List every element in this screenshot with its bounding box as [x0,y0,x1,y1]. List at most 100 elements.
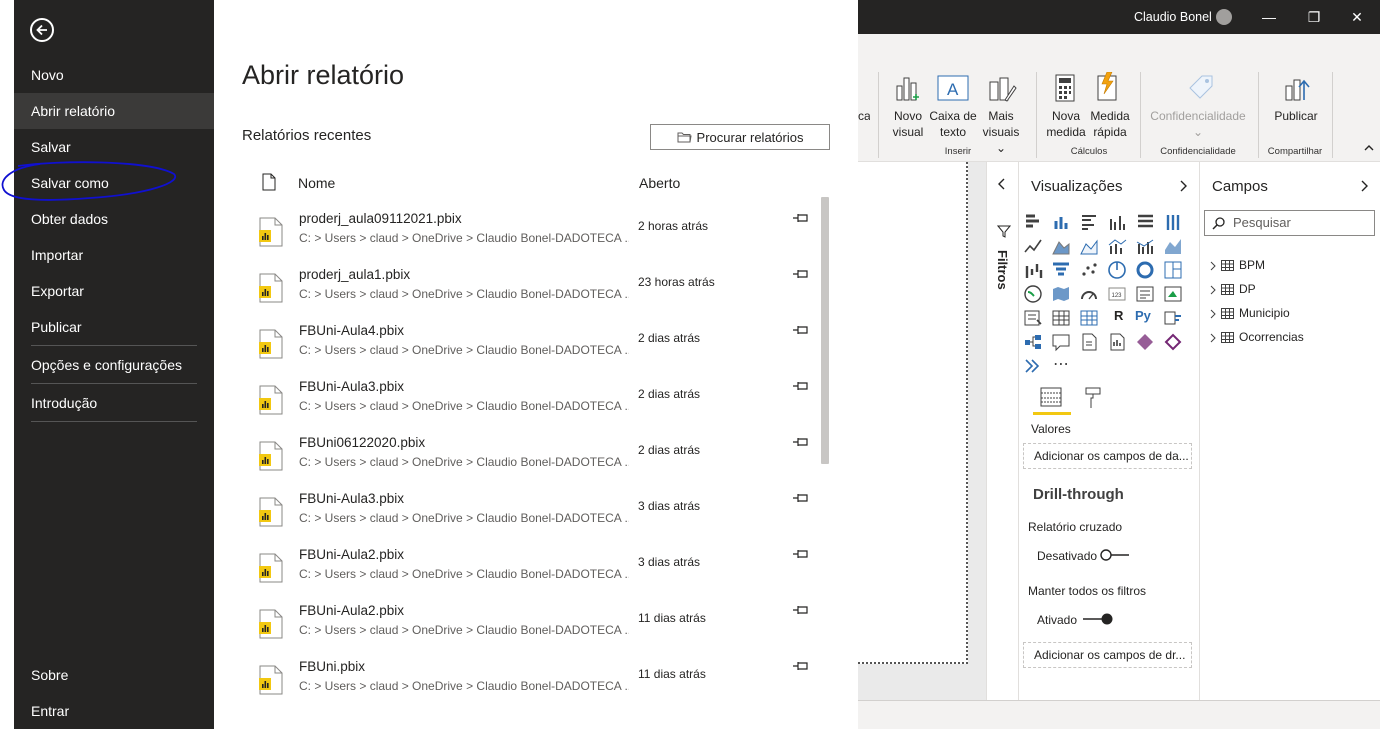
viz-100-column-icon[interactable] [1163,212,1183,232]
viz-treemap-icon[interactable] [1163,260,1183,280]
report-page[interactable] [858,162,968,664]
viz-key-influencers-icon[interactable] [1163,308,1183,328]
more-visuals-ellipsis-icon[interactable]: ⋯ [1053,354,1069,374]
text-box-button[interactable]: Caixa de texto [928,108,978,140]
menu-item-novo[interactable]: Novo [14,57,214,93]
recent-file-row[interactable]: FBUni-Aula2.pbix C: > Users > claud > One… [242,541,818,597]
collapse-ribbon-icon[interactable] [1364,144,1374,152]
minimize-icon[interactable]: — [1258,6,1280,28]
add-values-field-well[interactable]: Adicionar os campos de da... [1023,443,1192,469]
viz-clustered-column-icon[interactable] [1107,212,1127,232]
menu-item-opcoes[interactable]: Opções e configurações [14,347,214,383]
viz-ribbon-icon[interactable] [1163,236,1183,256]
chevron-right-icon[interactable] [1360,180,1368,192]
sensitivity-button[interactable]: Confidencialidade ⌄ [1146,108,1250,140]
fields-search-input[interactable]: Pesquisar [1204,210,1375,236]
menu-item-salvar[interactable]: Salvar [14,129,214,165]
scrollbar[interactable] [821,197,829,464]
viz-table-icon[interactable] [1051,308,1071,328]
viz-funnel-icon[interactable] [1051,260,1071,280]
menu-item-importar[interactable]: Importar [14,237,214,273]
recent-file-row[interactable]: FBUni.pbix C: > Users > claud > OneDrive … [242,653,818,709]
pin-icon[interactable] [792,211,810,225]
pin-icon[interactable] [792,267,810,281]
viz-pie-icon[interactable] [1107,260,1127,280]
chevron-right-icon[interactable] [1179,180,1187,192]
viz-clustered-bar-icon[interactable] [1079,212,1099,232]
menu-item-abrir-relatorio[interactable]: Abrir relatório [14,93,214,129]
viz-slicer-icon[interactable] [1023,308,1043,328]
recent-file-row[interactable]: proderj_aula1.pbix C: > Users > claud > O… [242,261,818,317]
viz-card-icon[interactable]: 123 [1107,284,1127,304]
field-table-item[interactable]: Municipio [1210,306,1290,320]
viz-waterfall-icon[interactable] [1023,260,1043,280]
viz-r-icon[interactable]: R [1114,308,1123,323]
pin-icon[interactable] [792,435,810,449]
back-arrow-icon[interactable] [30,18,54,42]
field-table-item[interactable]: DP [1210,282,1256,296]
viz-qa-icon[interactable] [1051,332,1071,352]
fields-tab-icon[interactable] [1039,386,1063,410]
keep-filters-toggle[interactable] [1081,612,1115,626]
chevron-left-icon[interactable] [998,178,1006,190]
browse-reports-button[interactable]: Procurar relatórios [650,124,830,150]
viz-line-clustered-column-icon[interactable] [1135,236,1155,256]
pin-icon[interactable] [792,547,810,561]
menu-item-introducao[interactable]: Introdução [14,385,214,421]
viz-gauge-icon[interactable] [1079,284,1099,304]
viz-power-automate-icon[interactable] [1163,332,1183,352]
viz-python-icon[interactable]: Py [1135,308,1151,323]
new-visual-button[interactable]: Novo visual [888,108,928,140]
menu-item-entrar[interactable]: Entrar [14,693,214,729]
viz-scatter-icon[interactable] [1079,260,1099,280]
publish-button[interactable]: Publicar [1268,108,1324,124]
viz-line-icon[interactable] [1023,236,1043,256]
column-header-opened[interactable]: Aberto [639,175,680,191]
format-paint-roller-icon[interactable] [1083,386,1103,410]
viz-matrix-icon[interactable] [1079,308,1099,328]
user-name[interactable]: Claudio Bonel [1134,10,1212,24]
menu-item-obter-dados[interactable]: Obter dados [14,201,214,237]
column-header-name[interactable]: Nome [298,175,335,191]
viz-smart-narrative-icon[interactable] [1079,332,1099,352]
viz-100-bar-icon[interactable] [1135,212,1155,232]
pin-icon[interactable] [792,323,810,337]
pin-icon[interactable] [792,379,810,393]
filters-pane-collapsed[interactable]: Filtros [986,162,1019,700]
recent-file-row[interactable]: proderj_aula09112021.pbix C: > Users > cl… [242,205,818,261]
pin-icon[interactable] [792,603,810,617]
menu-item-exportar[interactable]: Exportar [14,273,214,309]
field-table-item[interactable]: BPM [1210,258,1265,272]
viz-stacked-column-icon[interactable] [1051,212,1071,232]
maximize-icon[interactable]: ❐ [1303,6,1325,28]
add-drill-field-well[interactable]: Adicionar os campos de dr... [1023,642,1192,668]
recent-file-row[interactable]: FBUni06122020.pbix C: > Users > claud > O… [242,429,818,485]
viz-power-apps-icon[interactable] [1135,332,1155,352]
new-measure-button[interactable]: Nova medida [1044,108,1088,140]
avatar[interactable] [1216,9,1232,25]
ribbon-partial-label[interactable]: car [858,108,870,124]
menu-item-sobre[interactable]: Sobre [14,657,214,693]
viz-multi-row-card-icon[interactable] [1135,284,1155,304]
close-icon[interactable]: ✕ [1346,6,1368,28]
recent-file-row[interactable]: FBUni-Aula3.pbix C: > Users > claud > One… [242,485,818,541]
recent-file-row[interactable]: FBUni-Aula4.pbix C: > Users > claud > One… [242,317,818,373]
menu-item-salvar-como[interactable]: Salvar como [14,165,214,201]
pin-icon[interactable] [792,491,810,505]
recent-file-row[interactable]: FBUni-Aula3.pbix C: > Users > claud > One… [242,373,818,429]
viz-area-icon[interactable] [1051,236,1071,256]
quick-measure-button[interactable]: Medida rápida [1088,108,1132,140]
viz-more-chevron-icon[interactable] [1023,356,1043,376]
viz-kpi-icon[interactable] [1163,284,1183,304]
cross-report-toggle[interactable] [1099,548,1131,562]
viz-stacked-area-icon[interactable] [1079,236,1099,256]
viz-line-column-icon[interactable] [1107,236,1127,256]
viz-paginated-icon[interactable] [1107,332,1127,352]
viz-filled-map-icon[interactable] [1051,284,1071,304]
viz-map-icon[interactable] [1023,284,1043,304]
recent-file-row[interactable]: FBUni-Aula2.pbix C: > Users > claud > One… [242,597,818,653]
viz-decomposition-tree-icon[interactable] [1023,332,1043,352]
field-table-item[interactable]: Ocorrencias [1210,330,1304,344]
menu-item-publicar[interactable]: Publicar [14,309,214,345]
pin-icon[interactable] [792,659,810,673]
